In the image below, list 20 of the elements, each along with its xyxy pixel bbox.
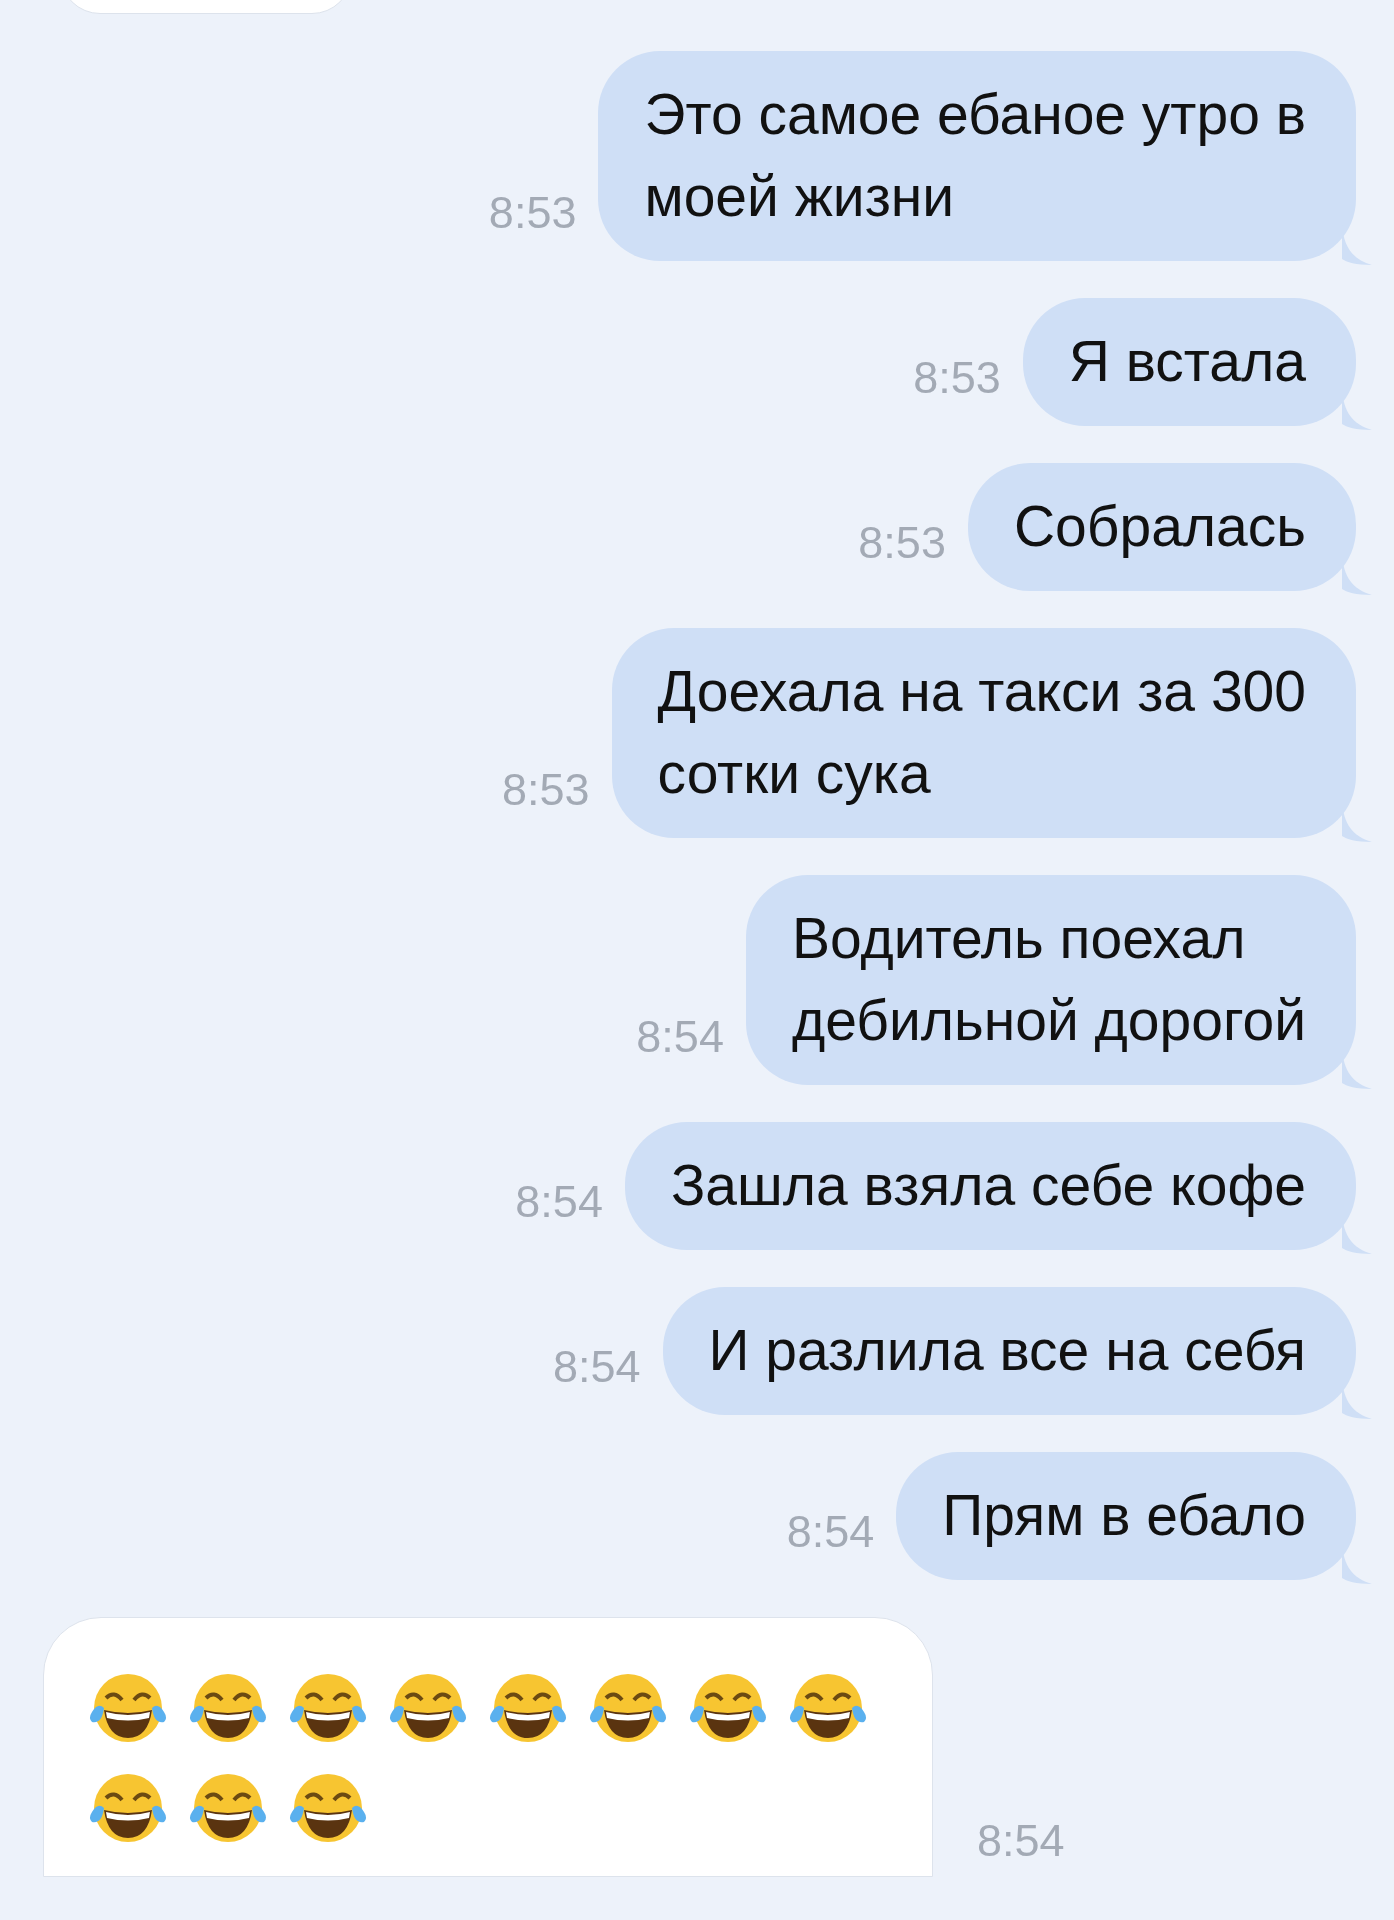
message-text: Я встала	[1068, 328, 1306, 395]
message-time: 8:54	[977, 1815, 1065, 1867]
message-text: дебильной дорогой	[791, 987, 1306, 1054]
message-time: 8:53	[858, 517, 946, 569]
message-time: 8:54	[515, 1176, 603, 1228]
message-text: Водитель поехал	[791, 905, 1247, 972]
message-text: моей жизни	[644, 163, 956, 230]
message-time: 8:53	[488, 187, 577, 239]
message-text: Собралась	[1013, 493, 1306, 560]
message-text: сотки сука	[657, 740, 932, 807]
message-text: Зашла взяла себе кофе	[670, 1152, 1306, 1219]
message-text: Это самое ебаное утро в	[644, 81, 1306, 148]
message-time: 8:54	[636, 1011, 724, 1063]
message-text: И разлила все на себя	[708, 1317, 1306, 1384]
message-time: 8:53	[501, 764, 590, 816]
message-time: 8:54	[786, 1506, 875, 1558]
message-text: Доехала на такси за 300	[657, 658, 1306, 725]
message-time: 8:54	[552, 1341, 641, 1393]
message-text: Прям в ебало	[942, 1482, 1306, 1549]
message-time: 8:53	[913, 352, 1001, 404]
